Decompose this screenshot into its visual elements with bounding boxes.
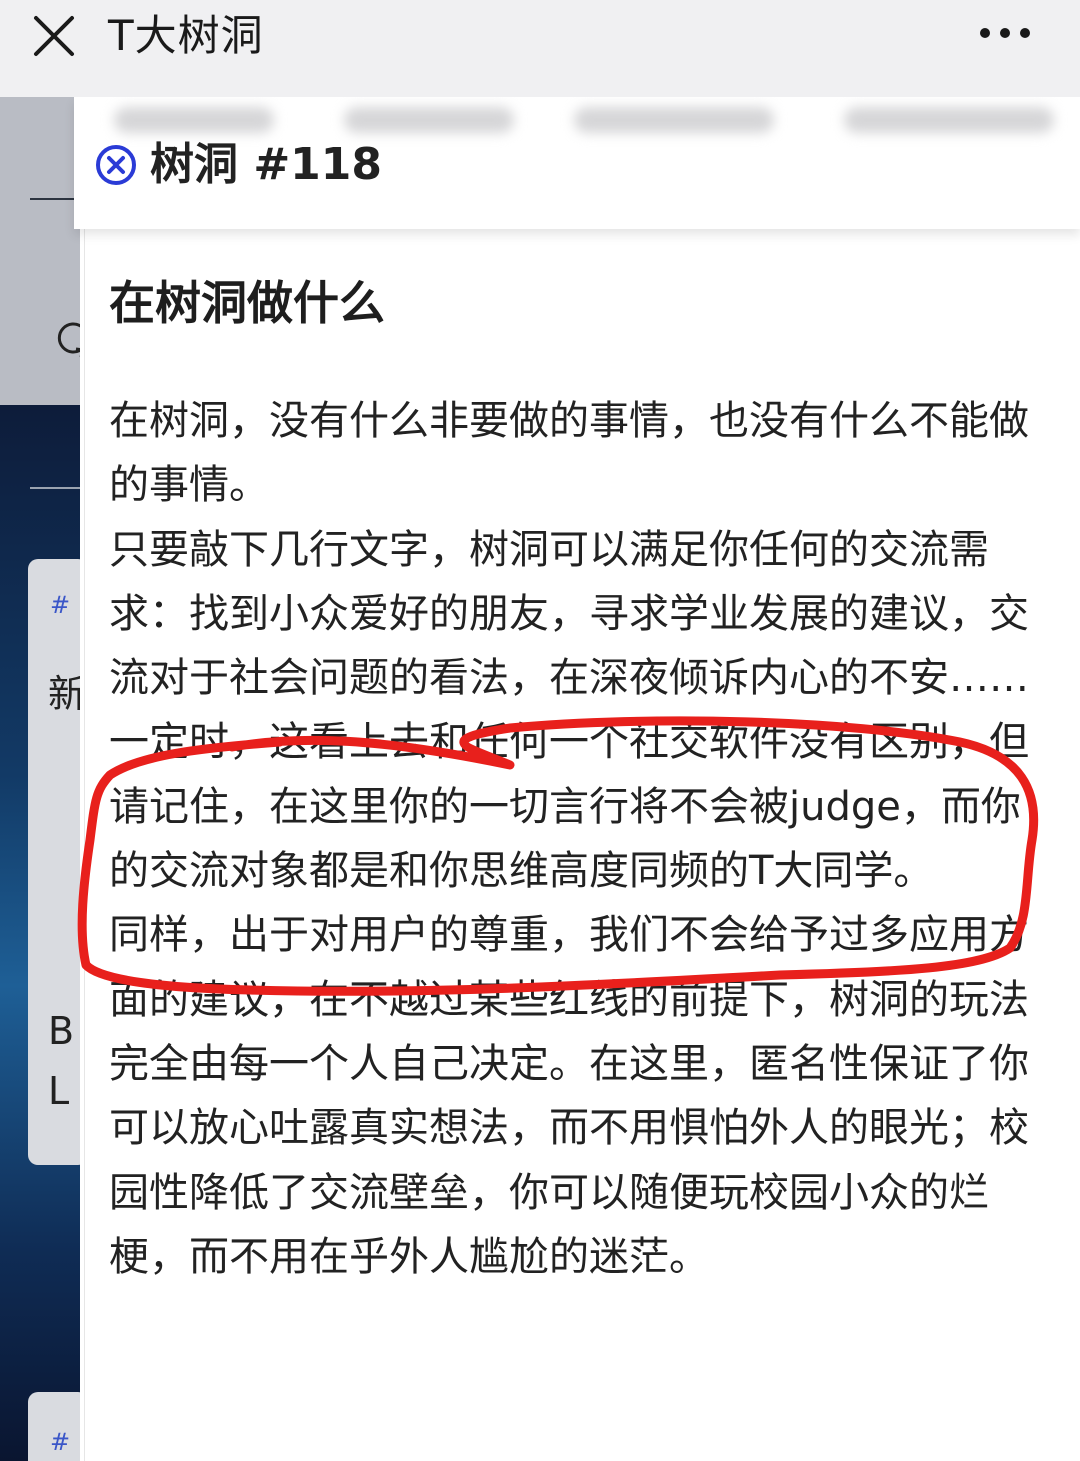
- divider: [30, 487, 80, 489]
- close-icon[interactable]: [30, 12, 78, 60]
- more-dots-icon[interactable]: [978, 18, 1032, 48]
- refresh-icon[interactable]: [56, 319, 80, 359]
- hole-panel-header: 树洞 #118: [74, 97, 1080, 229]
- circle-x-icon[interactable]: [94, 143, 138, 187]
- top-app-bar: T大树洞: [0, 0, 1080, 97]
- card-text: 新: [48, 672, 80, 716]
- article-body: 在树洞，没有什么非要做的事情，也没有什么不能做的事情。 只要敲下几行文字，树洞可…: [109, 389, 1033, 1289]
- article-paragraph: 只要敲下几行文字，树洞可以满足你任何的交流需求：找到小众爱好的朋友，寻求学业发展…: [109, 526, 1029, 895]
- background-card[interactable]: # 新 B L: [28, 559, 80, 1165]
- blurred-tabs: [104, 101, 1064, 141]
- hole-id: 树洞 #118: [150, 139, 383, 190]
- hole-content: 在树洞做什么 在树洞，没有什么非要做的事情，也没有什么不能做的事情。 只要敲下几…: [84, 229, 1080, 1461]
- card-text: B: [48, 1009, 75, 1053]
- card-text: L: [48, 1069, 70, 1113]
- app-title: T大树洞: [108, 11, 264, 60]
- article-paragraph: 在树洞，没有什么非要做的事情，也没有什么不能做的事情。: [109, 398, 1029, 509]
- article-paragraph: 同样，出于对用户的尊重，我们不会给予过多应用方面的建议，在不越过某些红线的前提下…: [109, 912, 1029, 1280]
- card-tag: #: [50, 591, 71, 619]
- card-tag: #: [50, 1428, 71, 1456]
- article-heading: 在树洞做什么: [109, 276, 385, 330]
- background-card[interactable]: #: [28, 1392, 80, 1461]
- divider: [30, 198, 80, 200]
- background-page: # 新 B L #: [0, 97, 80, 1461]
